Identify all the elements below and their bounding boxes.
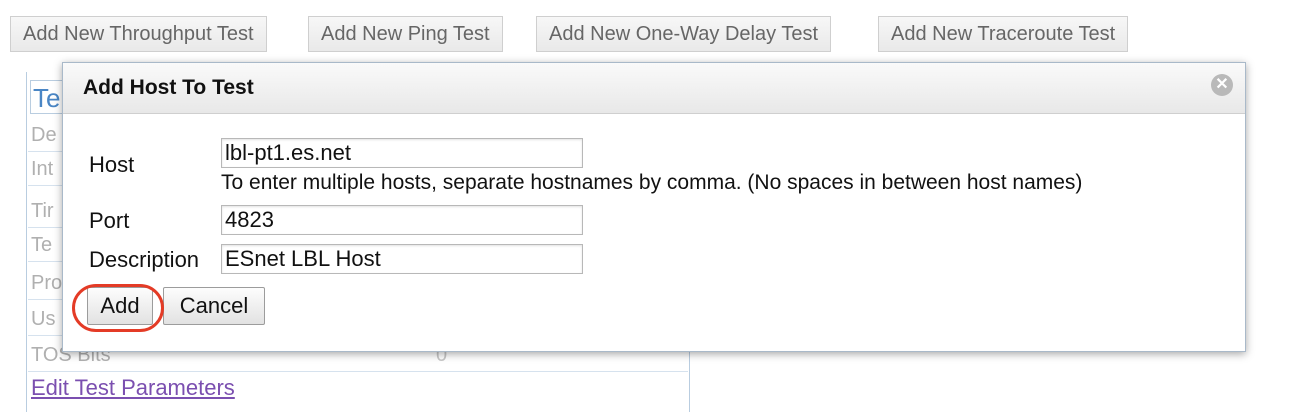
highlight-ring — [72, 284, 164, 332]
add-traceroute-test-button[interactable]: Add New Traceroute Test — [878, 16, 1129, 52]
cancel-button[interactable]: Cancel — [163, 287, 265, 325]
close-icon[interactable]: ✕ — [1211, 74, 1233, 96]
edit-test-parameters-link[interactable]: Edit Test Parameters — [31, 374, 235, 402]
host-hint: To enter multiple hosts, separate hostna… — [221, 171, 1083, 194]
dialog-header: Add Host To Test ✕ — [63, 63, 1245, 114]
description-label: Description — [89, 247, 200, 272]
host-label: Host — [89, 152, 135, 177]
parameter-label: Int — [31, 158, 54, 180]
parameter-label: Pro — [31, 272, 63, 294]
host-input[interactable]: lbl-pt1.es.net — [221, 138, 583, 168]
parameter-label: Te — [31, 234, 53, 256]
parameter-label: De — [31, 124, 57, 146]
add-ping-test-button[interactable]: Add New Ping Test — [308, 16, 503, 52]
add-one-way-delay-test-button[interactable]: Add New One-Way Delay Test — [536, 16, 831, 52]
port-input[interactable]: 4823 — [221, 205, 583, 235]
dialog-title: Add Host To Test — [83, 76, 254, 99]
add-host-dialog: Add Host To Test ✕ Host lbl-pt1.es.net T… — [62, 62, 1246, 352]
parameter-label: Tir — [31, 200, 54, 222]
description-input[interactable]: ESnet LBL Host — [221, 244, 583, 274]
parameter-label: Us — [31, 308, 56, 330]
add-throughput-test-button[interactable]: Add New Throughput Test — [10, 16, 267, 52]
port-label: Port — [89, 208, 130, 233]
